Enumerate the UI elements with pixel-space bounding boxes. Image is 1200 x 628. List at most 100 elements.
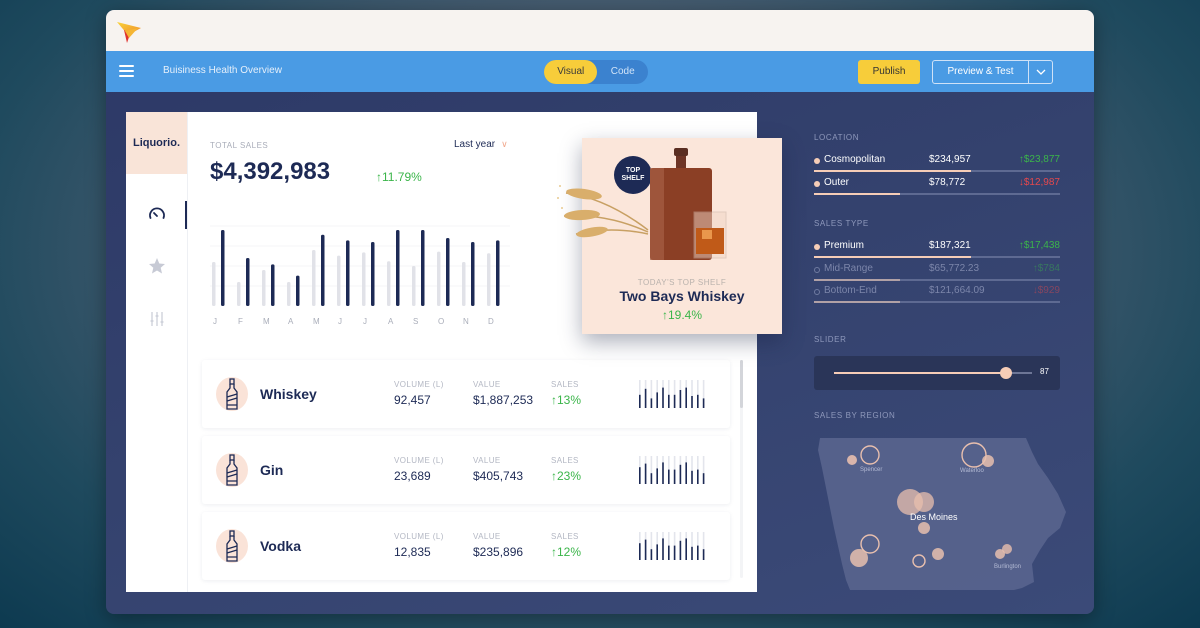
slider-track[interactable] bbox=[834, 367, 1032, 379]
bar-previous-year[interactable] bbox=[237, 282, 241, 306]
bar-current-year[interactable] bbox=[271, 264, 275, 306]
sparkline-bar bbox=[673, 469, 676, 484]
row-share-bar bbox=[814, 301, 1060, 303]
brand-logo: Liquorio. bbox=[126, 112, 187, 174]
bar-previous-year[interactable] bbox=[487, 253, 491, 306]
row-delta: ↓$12,987 bbox=[1018, 176, 1060, 188]
x-tick-label: M bbox=[263, 317, 270, 326]
bar-previous-year[interactable] bbox=[262, 270, 266, 306]
volume-value: 23,689 bbox=[394, 469, 431, 483]
menu-icon[interactable] bbox=[119, 65, 134, 77]
slider-handle[interactable] bbox=[1000, 367, 1013, 379]
volume-column: VOLUME (L) 92,457 bbox=[394, 380, 444, 407]
volume-label: VOLUME (L) bbox=[394, 456, 444, 465]
volume-value: 92,457 bbox=[394, 393, 431, 407]
preview-options-dropdown[interactable] bbox=[1028, 61, 1052, 83]
star-icon[interactable] bbox=[148, 257, 166, 275]
preview-test-button[interactable]: Preview & Test bbox=[933, 61, 1028, 83]
bar-previous-year[interactable] bbox=[462, 262, 466, 306]
product-row[interactable]: Gin VOLUME (L) 23,689 VALUE $405,743 SAL… bbox=[202, 436, 730, 504]
preview-test-split-button: Preview & Test bbox=[932, 60, 1053, 84]
bar-previous-year[interactable] bbox=[212, 262, 216, 306]
total-sales-value: $4,392,983 bbox=[210, 158, 331, 185]
sales-type-row[interactable]: Mid-Range $65,772.23 ↑$784 bbox=[814, 262, 1060, 284]
bar-current-year[interactable] bbox=[296, 275, 300, 306]
sales-type-row[interactable]: Bottom-End $121,664.09 ↓$929 bbox=[814, 284, 1060, 306]
sparkline-bar bbox=[668, 469, 670, 484]
sliders-icon[interactable] bbox=[148, 310, 166, 328]
sparkline-bar bbox=[644, 539, 647, 560]
bar-current-year[interactable] bbox=[471, 242, 475, 306]
x-tick-label: A bbox=[388, 317, 394, 326]
row-amount: $121,664.09 bbox=[929, 285, 985, 296]
nav-active-indicator bbox=[185, 201, 187, 229]
product-icon-badge bbox=[216, 529, 248, 563]
radio-selected-icon bbox=[814, 180, 820, 187]
bar-current-year[interactable] bbox=[346, 240, 350, 306]
region-bubble bbox=[982, 455, 994, 467]
row-name: Premium bbox=[824, 240, 865, 251]
sparkline-bar bbox=[673, 394, 676, 408]
bar-previous-year[interactable] bbox=[387, 261, 391, 306]
period-dropdown[interactable]: Last year ∨ bbox=[454, 139, 508, 150]
product-list-scrollbar[interactable] bbox=[740, 360, 743, 578]
location-row[interactable]: Cosmopolitan $234,957 ↑$23,877 bbox=[814, 153, 1060, 175]
sales-type-row[interactable]: Premium $187,321 ↑$17,438 bbox=[814, 239, 1060, 261]
bar-previous-year[interactable] bbox=[412, 266, 416, 306]
sales-by-region-title: SALES BY REGION bbox=[814, 411, 896, 420]
sparkline-bar bbox=[697, 394, 699, 408]
sparkline-bar bbox=[673, 545, 676, 560]
row-share-fill bbox=[814, 278, 901, 281]
sparkline-bar bbox=[639, 394, 641, 408]
location-row[interactable]: Outer $78,772 ↓$12,987 bbox=[814, 176, 1060, 198]
sparkline-bar bbox=[650, 473, 653, 484]
radio-unselected-icon bbox=[814, 266, 820, 273]
sparkline-bar bbox=[685, 462, 687, 484]
bar-previous-year[interactable] bbox=[287, 282, 291, 306]
product-icon-badge bbox=[216, 453, 248, 487]
region-bubble bbox=[1002, 544, 1012, 554]
bar-current-year[interactable] bbox=[446, 238, 450, 306]
bar-current-year[interactable] bbox=[246, 258, 250, 306]
sparkline-bar bbox=[702, 398, 705, 408]
row-delta: ↑$17,438 bbox=[1018, 240, 1060, 251]
sparkline-bar bbox=[702, 473, 705, 484]
sales-column: SALES ↑23% bbox=[551, 456, 581, 483]
monthly-sales-chart: JFMAMJJASOND bbox=[210, 225, 510, 326]
bar-current-year[interactable] bbox=[321, 234, 325, 306]
left-nav: Liquorio. bbox=[126, 112, 188, 592]
row-delta: ↑$784 bbox=[1032, 262, 1060, 274]
sparkline-bar bbox=[639, 467, 641, 484]
gauge-icon[interactable] bbox=[148, 206, 166, 224]
sales-by-region-map: Spencer Waterloo Des Moines Burlington bbox=[818, 438, 1066, 590]
scrollbar-thumb[interactable] bbox=[740, 360, 743, 408]
product-row[interactable]: Vodka VOLUME (L) 12,835 VALUE $235,896 S… bbox=[202, 512, 730, 580]
bar-current-year[interactable] bbox=[496, 240, 500, 306]
row-share-fill bbox=[814, 170, 972, 172]
region-bubble bbox=[918, 522, 930, 534]
bar-current-year[interactable] bbox=[221, 230, 225, 306]
bar-previous-year[interactable] bbox=[437, 251, 441, 306]
bar-current-year[interactable] bbox=[371, 242, 375, 306]
toggle-code[interactable]: Code bbox=[597, 60, 648, 84]
top-shelf-promo-card[interactable]: TOP SHELF TODAY'S TOP SHELF Two Bays Whi… bbox=[557, 138, 782, 334]
sparkline-bar bbox=[662, 462, 664, 484]
value-label: VALUE bbox=[473, 532, 501, 541]
publish-button[interactable]: Publish bbox=[858, 60, 920, 84]
bar-current-year[interactable] bbox=[421, 230, 425, 306]
bar-previous-year[interactable] bbox=[337, 255, 341, 306]
slider-title: SLIDER bbox=[814, 335, 847, 344]
row-amount: $65,772.23 bbox=[929, 262, 980, 274]
sparkline-bar bbox=[644, 388, 647, 408]
product-row[interactable]: Whiskey VOLUME (L) 92,457 VALUE $1,887,2… bbox=[202, 360, 730, 428]
city-label-burlington: Burlington bbox=[994, 564, 1021, 570]
row-share-bar bbox=[814, 278, 1060, 281]
bar-previous-year[interactable] bbox=[362, 252, 366, 306]
bar-previous-year[interactable] bbox=[312, 250, 316, 306]
top-toolbar: Buisiness Health Overview Visual Code Pu… bbox=[106, 51, 1094, 92]
city-label-waterloo: Waterloo bbox=[960, 468, 984, 474]
bar-current-year[interactable] bbox=[396, 230, 400, 306]
toggle-visual[interactable]: Visual bbox=[544, 60, 598, 84]
chevron-down-icon: ∨ bbox=[501, 139, 508, 149]
sales-change: ↑12% bbox=[551, 545, 582, 559]
